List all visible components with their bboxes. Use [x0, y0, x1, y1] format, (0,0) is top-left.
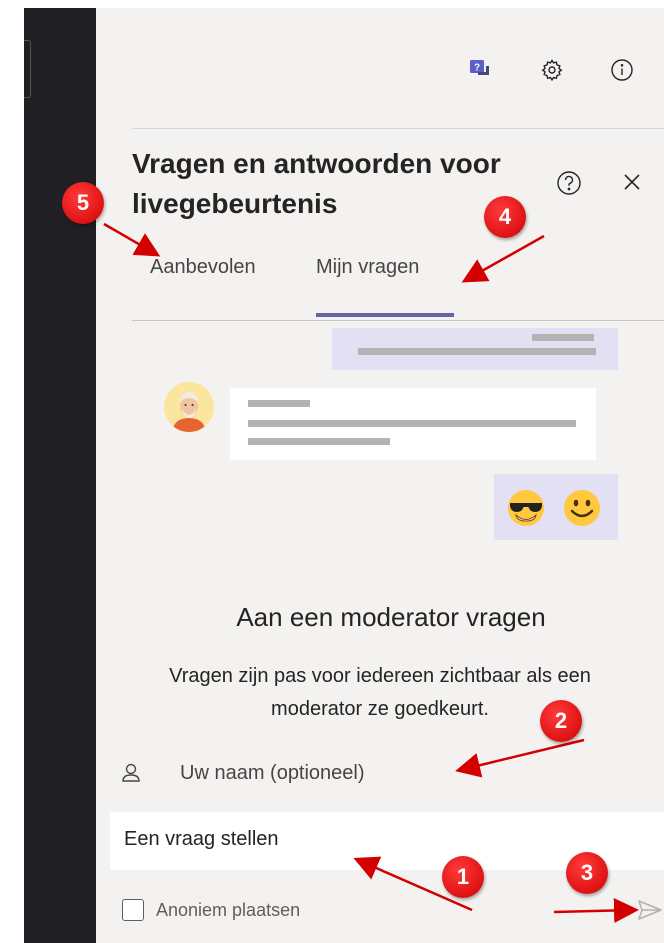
placeholder-line	[248, 400, 310, 407]
annotation-badge-2: 2	[540, 700, 582, 742]
name-field[interactable]: Uw naam (optioneel)	[120, 756, 365, 790]
ask-moderator-heading: Aan een moderator vragen	[236, 602, 546, 632]
app-rail	[24, 8, 96, 943]
avatar	[164, 382, 214, 432]
tab-mijn-vragen[interactable]: Mijn vragen	[316, 256, 419, 279]
placeholder-line	[358, 348, 596, 355]
rail-scroll-handle[interactable]	[24, 40, 31, 98]
gear-icon[interactable]	[540, 58, 564, 82]
qna-icon[interactable]: ?	[468, 58, 492, 82]
tab-active-indicator	[316, 313, 454, 317]
name-field-placeholder: Uw naam (optioneel)	[180, 761, 365, 784]
header-divider	[132, 128, 664, 129]
tab-aanbevolen[interactable]: Aanbevolen	[150, 256, 256, 279]
emoji-reply-illustration	[494, 474, 618, 540]
question-input-placeholder: Een vraag stellen	[124, 828, 279, 850]
help-icon[interactable]	[556, 170, 582, 196]
person-icon	[122, 763, 140, 782]
anonymous-checkbox[interactable]	[122, 899, 144, 921]
tabs-divider	[132, 320, 664, 321]
svg-text:?: ?	[474, 63, 480, 74]
smile-emoji-icon	[564, 490, 600, 526]
sent-message-illustration	[332, 328, 618, 370]
info-icon[interactable]	[610, 58, 634, 82]
annotation-badge-5: 5	[62, 182, 104, 224]
placeholder-line	[532, 334, 594, 341]
ask-moderator-description-line: Vragen zijn pas voor iedereen zichtbaar …	[169, 665, 591, 687]
anonymous-label: Anoniem plaatsen	[156, 899, 301, 920]
annotation-badge-1: 1	[442, 856, 484, 898]
close-icon[interactable]	[620, 170, 644, 194]
annotation-badge-3: 3	[566, 852, 608, 894]
placeholder-line	[248, 438, 390, 445]
received-message-illustration	[230, 388, 596, 460]
send-icon[interactable]	[636, 896, 664, 924]
annotation-badge-4: 4	[484, 196, 526, 238]
sunglasses-emoji-icon	[508, 490, 544, 526]
placeholder-line	[248, 420, 576, 427]
anonymous-option[interactable]: Anoniem plaatsen	[122, 895, 300, 925]
